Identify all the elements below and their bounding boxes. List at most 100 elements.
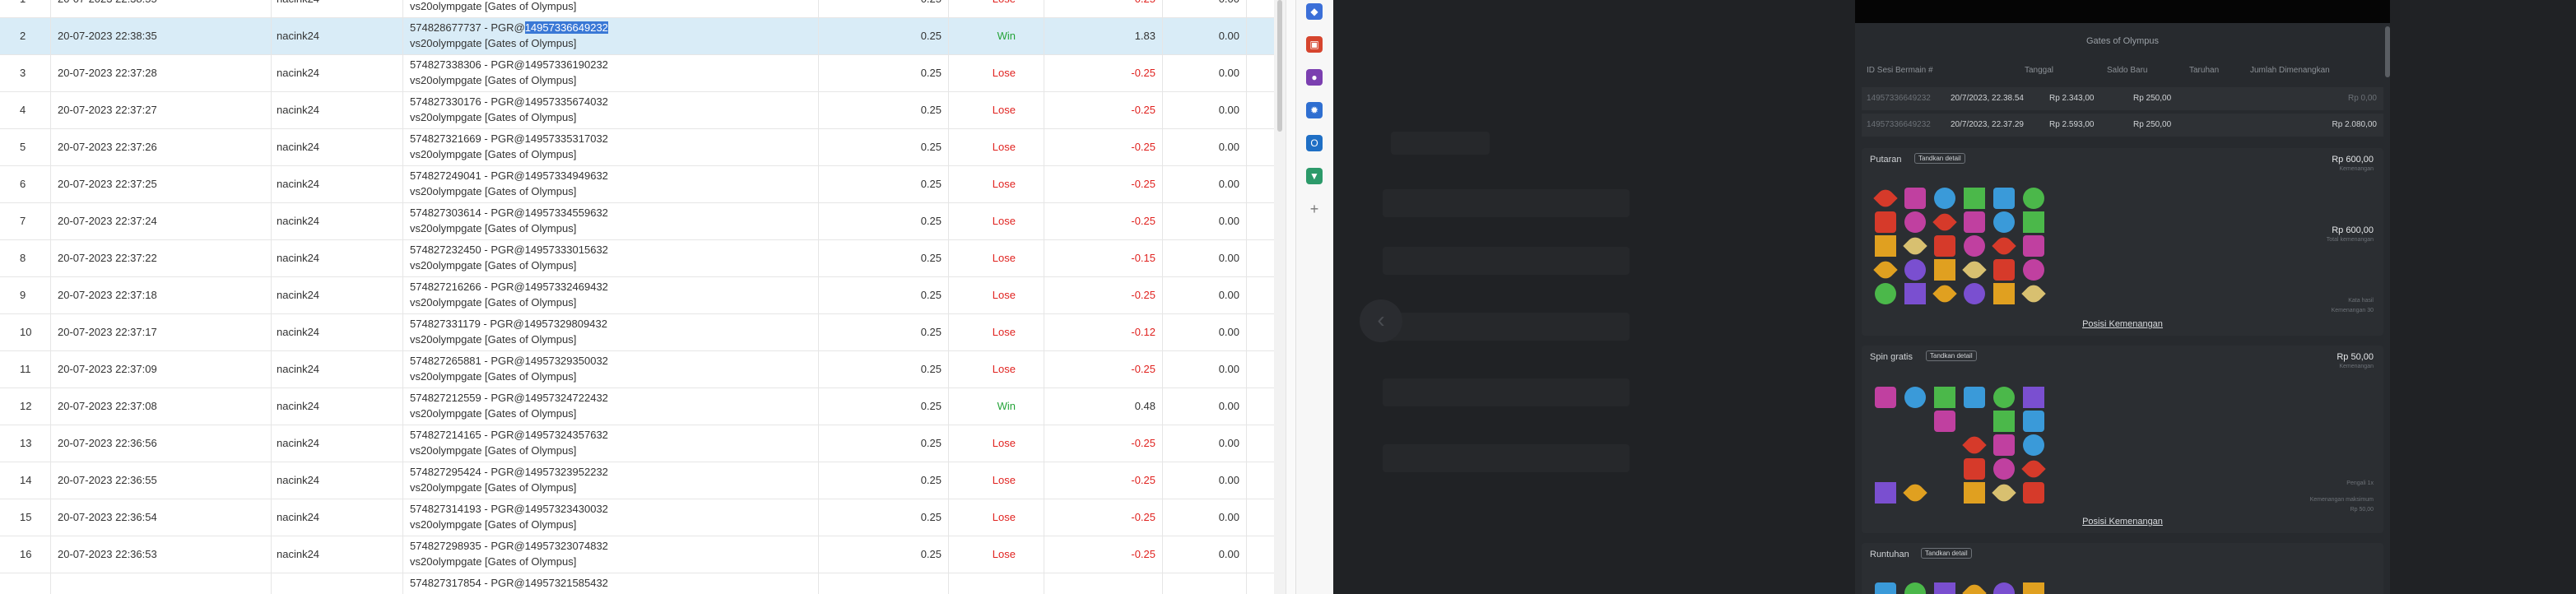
slot-symbol: [1993, 188, 2015, 209]
slot-symbol: [1964, 188, 1985, 209]
row-winloss-cell: -0.25: [1044, 92, 1163, 129]
transaction-id: 574827249041 - PGR@14957334949632: [410, 169, 608, 182]
slot-symbol: [1875, 387, 1896, 408]
game-round-detail-panel: Gates of Olympus ID Sesi Bermain # Tangg…: [1855, 0, 2390, 594]
row-bet-cell: 0.25: [819, 55, 949, 92]
transaction-id: 574827295424 - PGR@14957323952232: [410, 466, 608, 478]
table-row[interactable]: 9 20-07-2023 22:37:18 nacink24 574827216266…: [0, 277, 1274, 314]
history-date: 20/7/2023, 22.38.54: [1951, 94, 2024, 103]
row-bet: 0.25: [920, 289, 942, 301]
toolbox-icon[interactable]: ▣: [1306, 36, 1323, 53]
panel-scrollbar[interactable]: [2385, 26, 2390, 77]
table-row[interactable]: 12 20-07-2023 22:37:08 nacink24 57482721255…: [0, 388, 1274, 425]
slot-symbol: [1993, 411, 2015, 432]
plus-icon[interactable]: +: [1306, 201, 1323, 217]
row-description: 574827249041 - PGR@14957334949632 vs20oly…: [403, 166, 819, 203]
row-bet-cell: 0.25: [819, 425, 949, 462]
table-row[interactable]: 2 20-07-2023 22:38:35 nacink24 574828677737…: [0, 18, 1274, 55]
previous-arrow-button[interactable]: ‹: [1360, 299, 1402, 342]
row-bet-cell: 0.25: [819, 166, 949, 203]
row-description: 574827321669 - PGR@14957335317032 vs20oly…: [403, 129, 819, 166]
table-row[interactable]: 14 20-07-2023 22:36:55 nacink24 57482729542…: [0, 462, 1274, 499]
row-date-cell: 20-07-2023 22:37:27: [51, 92, 272, 129]
game-name: vs20olympgate [Gates of Olympus]: [410, 407, 577, 420]
winning-positions-link[interactable]: Posisi Kemenangan: [1862, 517, 2383, 527]
outlook-icon[interactable]: O: [1306, 135, 1323, 151]
section-title: Spin gratis: [1870, 352, 1913, 362]
row-result-cell: Lose: [949, 55, 1044, 92]
game-name: vs20olympgate [Gates of Olympus]: [410, 518, 577, 531]
slot-symbol: [1904, 259, 1926, 281]
slot-symbol: [1993, 259, 2015, 281]
section-detail-badge[interactable]: Tandkan detail: [1926, 350, 1977, 361]
table-row[interactable]: 10 20-07-2023 22:37:17 nacink24 57482733117…: [0, 314, 1274, 351]
slot-symbol: [2023, 582, 2044, 594]
table-row[interactable]: 1 20-07-2023 22:38:55 nacink24 574828677737…: [0, 0, 1274, 18]
row-number: 6: [20, 178, 26, 190]
row-result: Lose: [992, 178, 1016, 190]
row-date: 20-07-2023 22:37:25: [58, 178, 157, 190]
history-row[interactable]: 14957336649232 20/7/2023, 22.38.54 Rp 2.…: [1862, 87, 2383, 110]
scrollbar-thumb[interactable]: [1277, 0, 1282, 132]
row-winloss: -0.12: [1131, 326, 1155, 338]
slot-symbol: [1993, 283, 2015, 304]
row-jackpot: 0.00: [1218, 67, 1239, 79]
row-description: 574827214165 - PGR@14957324357632 vs20oly…: [403, 425, 819, 462]
cart-icon[interactable]: ▼: [1306, 168, 1323, 184]
row-bet-cell: 0.25: [819, 129, 949, 166]
row-bet: 0.25: [920, 252, 942, 264]
row-winloss: -0.25: [1131, 363, 1155, 375]
table-row[interactable]: 11 20-07-2023 22:37:09 nacink24 57482726588…: [0, 351, 1274, 388]
section-note: Rp 50,00: [2350, 507, 2374, 513]
row-username: nacink24: [277, 30, 320, 42]
game-name: vs20olympgate [Gates of Olympus]: [410, 222, 577, 234]
row-number: 8: [20, 252, 26, 264]
faded-background-block: [1383, 313, 1630, 341]
row-jackpot-cell: 0.00: [1163, 499, 1247, 536]
table-row[interactable]: 16 20-07-2023 22:36:53 nacink24 57482729893…: [0, 536, 1274, 573]
winning-positions-link[interactable]: Posisi Kemenangan: [1862, 319, 2383, 329]
row-bet: 0.25: [921, 0, 942, 5]
header-balance: Saldo Baru: [2107, 66, 2148, 75]
gear-icon[interactable]: ✹: [1306, 102, 1323, 118]
table-row[interactable]: 4 20-07-2023 22:37:27 nacink24 574827330176…: [0, 92, 1274, 129]
slot-symbol: [1992, 234, 2016, 258]
table-row[interactable]: 5 20-07-2023 22:37:26 nacink24 574827321669…: [0, 129, 1274, 166]
table-row[interactable]: 574827317854 - PGR@14957321585432: [0, 573, 1274, 594]
person-icon[interactable]: ●: [1306, 69, 1323, 86]
slot-symbol: [1964, 482, 1985, 504]
section-total-amount: Rp 600,00: [2332, 225, 2374, 235]
row-jackpot: 0.00: [1218, 104, 1239, 116]
game-title: Gates of Olympus: [2085, 36, 2160, 46]
row-jackpot: 0.00: [1218, 141, 1239, 153]
row-username-cell: nacink24: [272, 277, 403, 314]
section-total-label: Total kemenangan: [2326, 237, 2374, 243]
row-jackpot: 0.00: [1218, 474, 1239, 486]
table-row[interactable]: 8 20-07-2023 22:37:22 nacink24 574827232450…: [0, 240, 1274, 277]
row-number: 11: [20, 363, 31, 375]
row-username-cell: nacink24: [272, 462, 403, 499]
row-number-cell: 8: [0, 240, 51, 277]
row-winloss: -0.25: [1131, 0, 1155, 5]
table-row[interactable]: 15 20-07-2023 22:36:54 nacink24 57482731419…: [0, 499, 1274, 536]
section-detail-badge[interactable]: Tandkan detail: [1921, 548, 1972, 559]
table-row[interactable]: 6 20-07-2023 22:37:25 nacink24 574827249041…: [0, 166, 1274, 203]
slot-symbol: [1875, 211, 1896, 233]
row-jackpot-cell: 0.00: [1163, 240, 1247, 277]
row-bet: 0.25: [920, 326, 942, 338]
table-row[interactable]: 3 20-07-2023 22:37:28 nacink24 574827338306…: [0, 55, 1274, 92]
row-winloss: -0.25: [1131, 141, 1155, 153]
history-row[interactable]: 14957336649232 20/7/2023, 22.37.29 Rp 2.…: [1862, 114, 2383, 137]
row-result: Lose: [992, 215, 1016, 227]
row-bet: 0.25: [920, 400, 942, 412]
row-username: nacink24: [277, 363, 320, 375]
tag-icon[interactable]: ◆: [1306, 3, 1323, 20]
table-row[interactable]: 13 20-07-2023 22:36:56 nacink24 57482721416…: [0, 425, 1274, 462]
table-row[interactable]: 7 20-07-2023 22:37:24 nacink24 574827303614…: [0, 203, 1274, 240]
section-amount: Rp 50,00: [2337, 352, 2374, 362]
slot-symbol: [2023, 235, 2044, 257]
section-detail-badge[interactable]: Tandkan detail: [1914, 153, 1965, 164]
slot-symbol: [1964, 211, 1985, 233]
row-winloss-cell: -0.25: [1044, 351, 1163, 388]
table-scrollbar[interactable]: [1274, 0, 1286, 594]
